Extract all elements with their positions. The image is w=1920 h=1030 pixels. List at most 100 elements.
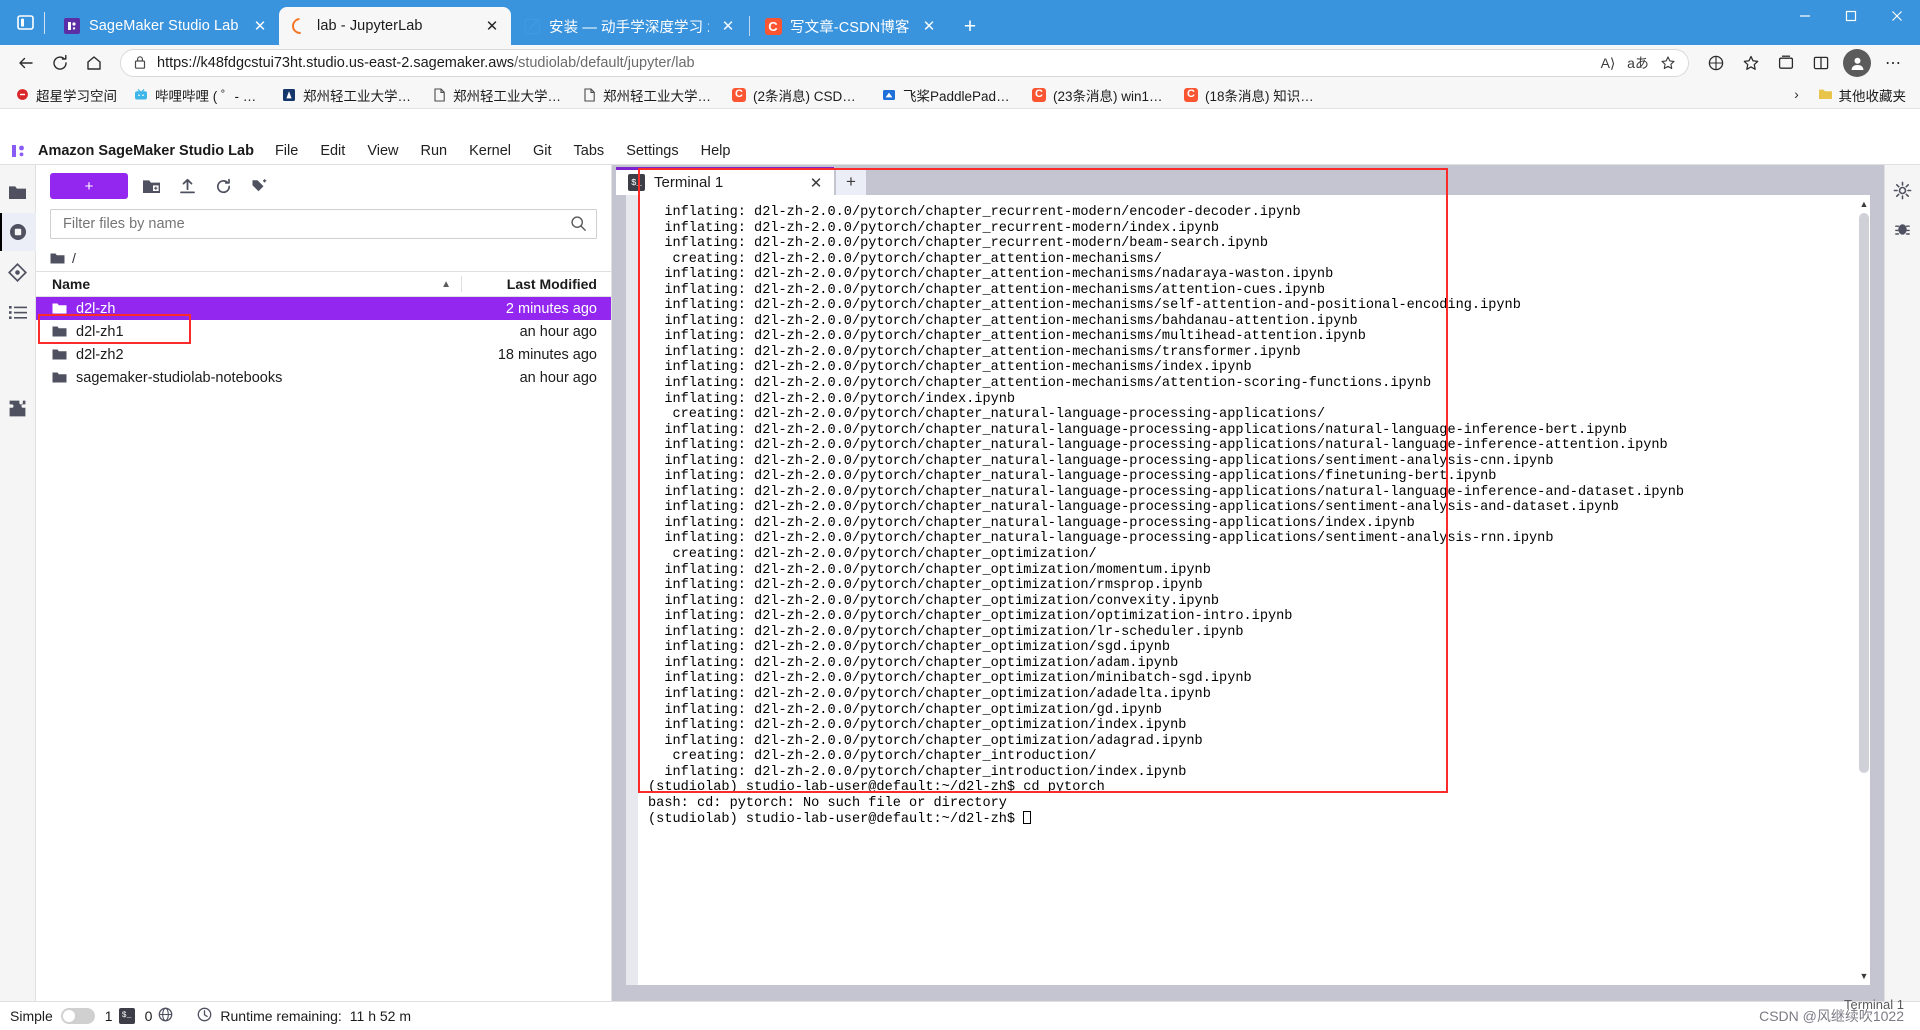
tab-actions-icon[interactable] xyxy=(8,0,42,45)
maximize-icon[interactable] xyxy=(1828,0,1874,32)
close-window-icon[interactable] xyxy=(1874,0,1920,32)
refresh-icon[interactable] xyxy=(210,173,236,199)
kernel-count-status[interactable]: 0 xyxy=(145,1007,174,1025)
new-launcher-button[interactable]: + xyxy=(50,173,128,199)
bookmark-item[interactable]: 哔哩哔哩 ( ゜- ゜)つ... xyxy=(125,82,273,108)
split-screen-icon[interactable] xyxy=(1804,48,1838,78)
simple-mode-toggle[interactable]: Simple xyxy=(10,1007,95,1024)
more-options-icon[interactable]: ⋯ xyxy=(1876,48,1910,78)
sidebar-item-file-browser[interactable] xyxy=(0,173,36,211)
sidebar-item-table-of-contents[interactable] xyxy=(0,293,36,331)
menu-tabs[interactable]: Tabs xyxy=(563,140,616,162)
red-dot-icon xyxy=(14,87,30,103)
translate-icon[interactable]: aあ xyxy=(1624,50,1652,76)
menu-file[interactable]: File xyxy=(264,140,309,162)
collections-icon[interactable] xyxy=(1769,48,1803,78)
scroll-up-icon[interactable]: ▲ xyxy=(1858,197,1870,211)
sidebar-item-extension-manager[interactable] xyxy=(0,389,36,427)
menu-view[interactable]: View xyxy=(356,140,409,162)
profile-avatar[interactable] xyxy=(1843,49,1871,77)
terminal-line: inflating: d2l-zh-2.0.0/pytorch/chapter_… xyxy=(648,718,1187,734)
bookmarks-bar: 超星学习空间 哔哩哔哩 ( ゜- ゜)つ... 郑州轻工业大学教... 郑州轻工… xyxy=(0,81,1920,109)
browser-tab-sagemaker[interactable]: SageMaker Studio Lab ✕ xyxy=(51,7,279,45)
bookmarks-overflow-icon[interactable]: › xyxy=(1784,83,1810,107)
close-icon[interactable]: ✕ xyxy=(249,15,271,37)
terminal-output[interactable]: inflating: d2l-zh-2.0.0/pytorch/chapter_… xyxy=(638,195,1858,985)
add-tab-button[interactable]: + xyxy=(836,169,866,195)
sidebar-item-running-terminals[interactable] xyxy=(0,213,36,251)
bookmark-item[interactable]: C (18条消息) 知识图... xyxy=(1175,82,1325,108)
runtime-remaining-status: Runtime remaining: 11 h 52 m xyxy=(197,1007,411,1025)
simple-mode-label: Simple xyxy=(10,1007,53,1024)
file-filter-box[interactable] xyxy=(50,209,597,239)
bookmark-item[interactable]: 飞桨PaddlePaddle-... xyxy=(873,82,1023,108)
property-inspector-icon[interactable] xyxy=(1885,173,1920,207)
terminal-panel[interactable]: inflating: d2l-zh-2.0.0/pytorch/chapter_… xyxy=(626,195,1870,985)
university-icon xyxy=(281,87,297,103)
terminal-icon: $_ xyxy=(118,1007,135,1024)
home-icon[interactable] xyxy=(78,48,110,78)
url-path: /studiolab/default/jupyter/lab xyxy=(514,55,695,71)
back-icon[interactable] xyxy=(10,48,42,78)
browser-tab-jupyterlab[interactable]: lab - JupyterLab ✕ xyxy=(279,7,511,45)
close-icon[interactable]: ✕ xyxy=(806,173,826,193)
tab-terminal-1[interactable]: $_ Terminal 1 ✕ xyxy=(616,167,834,195)
globe-icon xyxy=(158,1007,173,1025)
new-checkpoint-icon[interactable] xyxy=(246,173,272,199)
toggle-switch[interactable] xyxy=(60,1007,95,1024)
file-browser-panel: + Filter files by name / Name ▲ Last Mod… xyxy=(36,165,612,1001)
dock-tab-bar: $_ Terminal 1 ✕ + xyxy=(612,165,1884,195)
terminal-line: inflating: d2l-zh-2.0.0/pytorch/chapter_… xyxy=(648,298,1521,314)
bookmark-item[interactable]: C (23条消息) win10 安... xyxy=(1023,82,1175,108)
browser-essentials-icon[interactable] xyxy=(1699,48,1733,78)
read-aloud-icon[interactable]: A⟩ xyxy=(1594,50,1622,76)
bookmark-item[interactable]: 郑州轻工业大学教... xyxy=(273,82,423,108)
breadcrumb[interactable]: / xyxy=(36,245,611,271)
scrollbar-thumb[interactable] xyxy=(1859,213,1869,773)
other-favorites-folder[interactable]: 其他收藏夹 xyxy=(1810,82,1915,108)
refresh-icon[interactable] xyxy=(44,48,76,78)
bookmark-item[interactable]: 超星学习空间 xyxy=(6,82,125,108)
menu-settings[interactable]: Settings xyxy=(615,140,689,162)
file-row-d2l-zh2[interactable]: d2l-zh2 18 minutes ago xyxy=(36,343,611,366)
bookmark-item[interactable]: 郑州轻工业大学教... xyxy=(573,82,723,108)
close-icon[interactable]: ✕ xyxy=(481,15,503,37)
search-input[interactable] xyxy=(61,215,570,233)
favorites-icon[interactable] xyxy=(1734,48,1768,78)
file-name-cell: d2l-zh2 xyxy=(36,347,461,363)
bookmark-item[interactable]: 郑州轻工业大学服... xyxy=(423,82,573,108)
address-bar-url: https://k48fdgcstui73ht.studio.us-east-2… xyxy=(157,55,1586,71)
file-list-header: Name ▲ Last Modified xyxy=(36,271,611,297)
menu-help[interactable]: Help xyxy=(690,140,742,162)
browser-tab-csdn[interactable]: C 写文章-CSDN博客 ✕ xyxy=(752,7,948,45)
terminal-count-status[interactable]: 1 $_ xyxy=(105,1007,135,1024)
add-favorite-icon[interactable] xyxy=(1654,50,1682,76)
terminal-line: inflating: d2l-zh-2.0.0/pytorch/chapter_… xyxy=(648,484,1685,500)
file-row-d2l-zh1[interactable]: d2l-zh1 an hour ago xyxy=(36,320,611,343)
address-bar[interactable]: https://k48fdgcstui73ht.studio.us-east-2… xyxy=(120,49,1689,77)
close-icon[interactable]: ✕ xyxy=(918,15,940,37)
new-tab-button[interactable]: + xyxy=(954,10,986,42)
terminal-scrollbar[interactable]: ▲ ▼ xyxy=(1858,195,1870,985)
bookmark-item[interactable]: C (2条消息) CSDN -... xyxy=(723,82,873,108)
browser-tab-d2l[interactable]: 安装 — 动手学深度学习 2.0.0-bet ✕ xyxy=(511,7,747,45)
upload-icon[interactable] xyxy=(174,173,200,199)
toggle-knob xyxy=(62,1009,75,1022)
menu-run[interactable]: Run xyxy=(409,140,458,162)
menu-edit[interactable]: Edit xyxy=(309,140,356,162)
menu-kernel[interactable]: Kernel xyxy=(458,140,522,162)
bookmark-label: 哔哩哔哩 ( ゜- ゜)つ... xyxy=(155,88,265,104)
file-row-d2l-zh[interactable]: d2l-zh 2 minutes ago xyxy=(36,297,611,320)
debugger-icon[interactable] xyxy=(1885,211,1920,245)
app-brand-title: Amazon SageMaker Studio Lab xyxy=(38,142,254,159)
file-row-sagemaker-studiolab-notebooks[interactable]: sagemaker-studiolab-notebooks an hour ag… xyxy=(36,366,611,389)
close-icon[interactable]: ✕ xyxy=(717,15,739,37)
new-folder-icon[interactable] xyxy=(138,173,164,199)
sidebar-item-git[interactable] xyxy=(0,253,36,291)
scroll-down-icon[interactable]: ▼ xyxy=(1858,969,1870,983)
menu-git[interactable]: Git xyxy=(522,140,563,162)
minimize-icon[interactable] xyxy=(1782,0,1828,32)
column-header-name[interactable]: Name ▲ xyxy=(36,276,461,292)
tabstrip-separator xyxy=(44,12,45,34)
column-header-last-modified[interactable]: Last Modified xyxy=(461,276,611,292)
